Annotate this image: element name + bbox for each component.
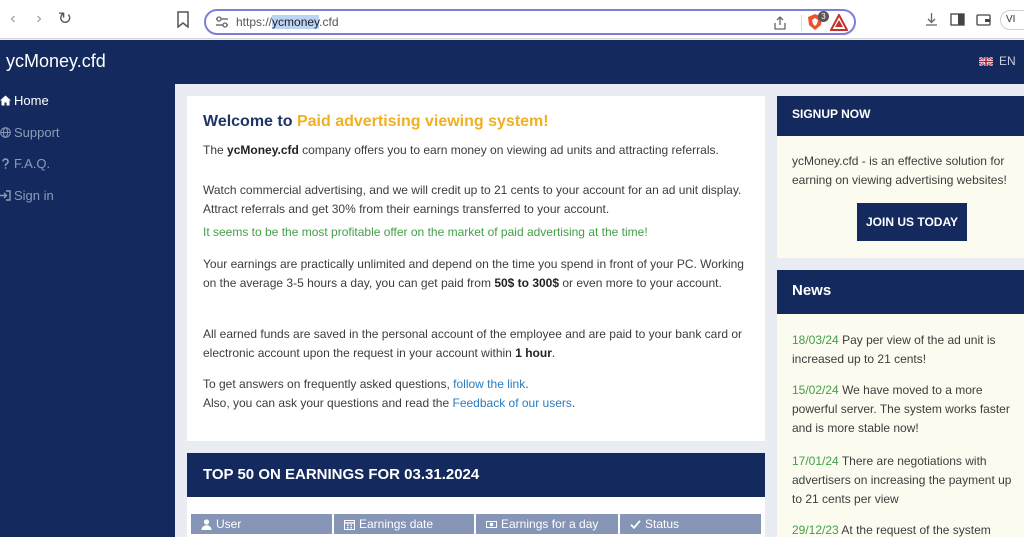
welcome-title: Welcome to Paid advertising viewing syst…: [203, 113, 549, 131]
news-item: 18/03/24 Pay per view of the ad unit is …: [792, 331, 1024, 369]
column-label: Status: [645, 517, 680, 531]
sidebar-item-label: Sign in: [14, 187, 54, 203]
intro-paragraph: The ycMoney.cfd company offers you to ea…: [203, 141, 755, 160]
earnings-post: or even more to your account.: [562, 276, 722, 290]
home-icon: [0, 95, 11, 105]
join-us-button[interactable]: JOIN US TODAY: [857, 203, 967, 241]
welcome-title-highlight: Paid advertising viewing system!: [296, 113, 549, 130]
address-divider: [801, 15, 802, 31]
browser-toolbar: ‹ › ↻ https://ycmoney.cfd 3 VI: [0, 0, 1024, 39]
column-label: Earnings date: [359, 517, 434, 531]
address-bar[interactable]: https://ycmoney.cfd 3: [204, 9, 856, 35]
faq-post: .: [525, 377, 529, 391]
payout-time: 1 hour: [515, 346, 552, 360]
faq-paragraph: To get answers on frequently asked quest…: [203, 375, 755, 394]
site-settings-icon[interactable]: [214, 15, 230, 29]
earnings-range: 50$ to 300$: [494, 276, 560, 290]
top50-header: TOP 50 ON EARNINGS FOR 03.31.2024: [187, 453, 765, 497]
feedback-link[interactable]: Feedback of our users: [453, 396, 572, 410]
check-icon: [630, 519, 641, 529]
column-label: User: [216, 517, 242, 531]
user-icon: [201, 518, 212, 530]
payout-pre: All earned funds are saved in the person…: [203, 327, 743, 360]
url-text[interactable]: https://ycmoney.cfd: [236, 15, 339, 29]
intro-brand: ycMoney.cfd: [227, 143, 299, 157]
sidebar-item-label: Support: [14, 124, 60, 140]
top50-card: TOP 50 ON EARNINGS FOR 03.31.2024 User E…: [187, 453, 765, 537]
vpn-button[interactable]: VI: [1000, 10, 1024, 30]
news-panel: News 18/03/24 Pay per view of the ad uni…: [777, 270, 1024, 537]
feedback-paragraph: Also, you can ask your questions and rea…: [203, 394, 755, 413]
news-title: News: [792, 282, 832, 299]
advertising-paragraph: Watch commercial advertising, and we wil…: [203, 183, 742, 216]
welcome-card: Welcome to Paid advertising viewing syst…: [187, 96, 765, 441]
url-scheme: https://: [236, 15, 273, 29]
back-icon[interactable]: ‹: [4, 10, 22, 28]
sidebar: Home Support F.A.Q. Sign in: [0, 84, 175, 537]
sign-in-icon: [0, 189, 11, 201]
globe-icon: [0, 126, 11, 138]
share-icon[interactable]: [772, 15, 788, 31]
money-icon: [486, 520, 497, 528]
language-selector[interactable]: EN: [979, 54, 1016, 68]
signup-text: ycMoney.cfd - is an effective solution f…: [792, 154, 1007, 187]
payout-paragraph: All earned funds are saved in the person…: [203, 325, 755, 363]
forward-icon[interactable]: ›: [30, 10, 48, 28]
feedback-pre: Also, you can ask your questions and rea…: [203, 396, 450, 410]
intro-pre: The: [203, 143, 224, 157]
earnings-paragraph: Your earnings are practically unlimited …: [203, 255, 755, 293]
site-logo[interactable]: ycMoney.cfd: [6, 51, 106, 72]
faq-pre: To get answers on frequently asked quest…: [203, 377, 450, 391]
offer-text: It seems to be the most profitable offer…: [203, 225, 648, 239]
vpn-label: VI: [1006, 14, 1016, 25]
top50-table-header: User Earnings date Earnings for a day St…: [191, 514, 761, 534]
column-status[interactable]: Status: [620, 514, 761, 534]
sidebar-item-faq[interactable]: F.A.Q.: [0, 153, 50, 173]
feedback-post: .: [571, 396, 576, 410]
shields-count-badge: 3: [818, 11, 829, 22]
column-label: Earnings for a day: [501, 517, 599, 531]
column-earnings-for-a-day[interactable]: Earnings for a day: [476, 514, 620, 534]
sidebar-item-support[interactable]: Support: [0, 122, 60, 142]
signup-header: SIGNUP NOW: [777, 96, 1024, 136]
news-item: 15/02/24 We have moved to a more powerfu…: [792, 381, 1024, 438]
news-item: 29/12/23 At the request of the system: [792, 521, 1024, 537]
signup-panel: SIGNUP NOW ycMoney.cfd - is an effective…: [777, 96, 1024, 258]
news-date: 15/02/24: [792, 383, 839, 397]
calendar-icon: [344, 519, 355, 530]
intro-post: company offers you to earn money on view…: [302, 143, 719, 157]
site-header: ycMoney.cfd EN: [0, 40, 1024, 84]
payout-post: .: [551, 346, 556, 360]
url-tld: .cfd: [319, 15, 339, 29]
sidebar-item-sign-in[interactable]: Sign in: [0, 185, 54, 205]
news-item: 17/01/24 There are negotiations with adv…: [792, 452, 1024, 509]
top50-title: TOP 50 ON EARNINGS FOR 03.31.2024: [203, 466, 480, 483]
uk-flag-icon: [979, 56, 993, 66]
wallet-icon[interactable]: [976, 12, 991, 27]
reload-icon[interactable]: ↻: [56, 10, 74, 28]
question-icon: [2, 157, 9, 169]
faq-link[interactable]: follow the link: [453, 377, 525, 391]
sidebar-item-label: F.A.Q.: [14, 155, 51, 171]
sidebar-item-home[interactable]: Home: [0, 90, 49, 110]
news-date: 18/03/24: [792, 333, 839, 347]
url-host: ycmoney: [272, 15, 320, 29]
news-date: 29/12/23: [792, 523, 839, 537]
column-earnings-date[interactable]: Earnings date: [334, 514, 476, 534]
news-header: News: [777, 270, 1024, 314]
welcome-title-prefix: Welcome to: [203, 113, 293, 130]
sidebar-toggle-icon[interactable]: [950, 12, 965, 27]
bookmark-icon[interactable]: [176, 11, 190, 28]
news-text: At the request of the system: [841, 523, 991, 537]
offer-paragraph: It seems to be the most profitable offer…: [203, 223, 755, 242]
news-date: 17/01/24: [792, 454, 839, 468]
sidebar-item-label: Home: [14, 92, 49, 108]
column-user[interactable]: User: [191, 514, 334, 534]
language-label: EN: [999, 54, 1016, 68]
download-icon[interactable]: [924, 12, 939, 27]
signup-title: SIGNUP NOW: [792, 107, 871, 121]
brave-rewards-icon[interactable]: [830, 14, 848, 31]
